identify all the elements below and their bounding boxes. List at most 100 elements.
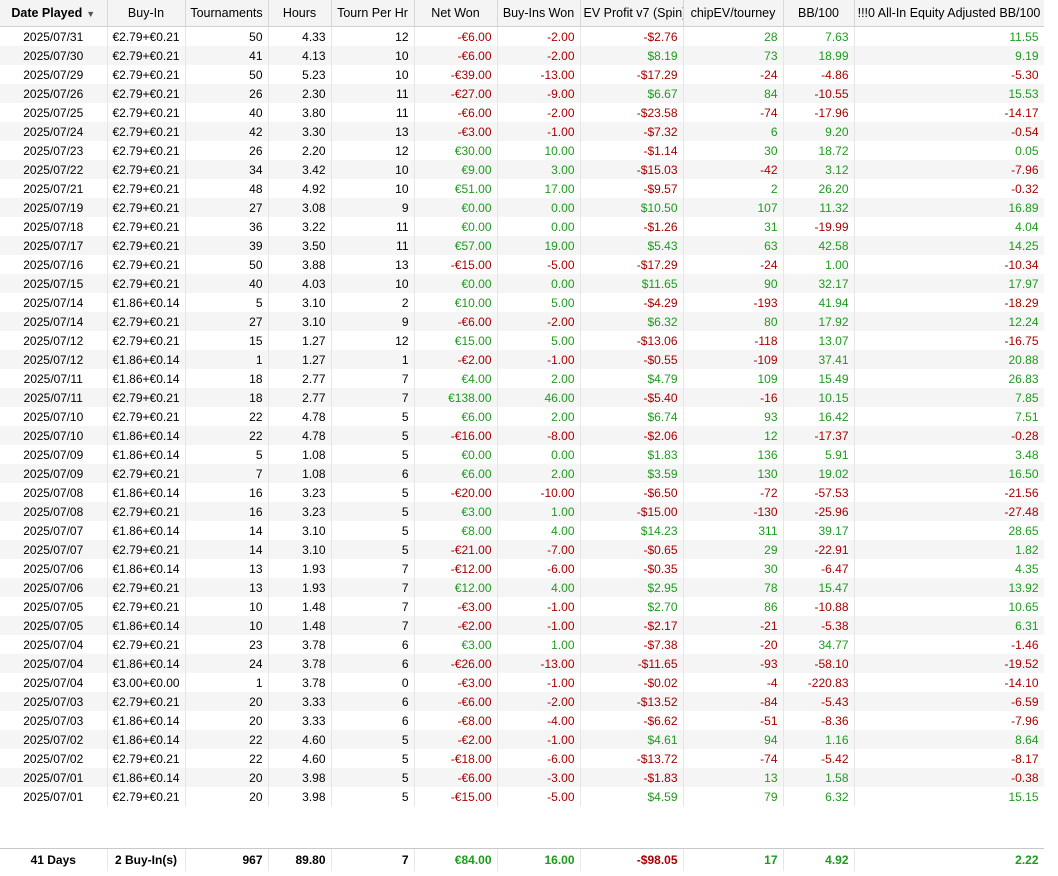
table-cell: 2025/07/29 [0, 65, 108, 84]
table-row[interactable]: 2025/07/05 €2.79+€0.21 10 1.48 7 -€3.00 -1.00 $… [0, 597, 1045, 616]
table-row[interactable]: 2025/07/09 €1.86+€0.14 5 1.08 5 €0.00 0.00 $1.8… [0, 445, 1045, 464]
table-cell: -5.38 [783, 616, 855, 635]
table-row[interactable]: 2025/07/11 €2.79+€0.21 18 2.77 7 €138.00 46.00… [0, 388, 1045, 407]
table-cell: -8.00 [497, 426, 581, 445]
column-header-hours[interactable]: Hours [268, 0, 332, 27]
table-row[interactable]: 2025/07/08 €2.79+€0.21 16 3.23 5 €3.00 1.00 -$1… [0, 502, 1045, 521]
table-cell: 10.00 [497, 141, 581, 160]
table-cell: 3.10 [268, 521, 332, 540]
table-cell: 3.98 [268, 787, 332, 806]
table-cell: 1.48 [268, 597, 332, 616]
table-cell: 34 [185, 160, 269, 179]
table-row[interactable]: 2025/07/29 €2.79+€0.21 50 5.23 10 -€39.00 -13.… [0, 65, 1045, 84]
column-header-allin-adjusted-bb100[interactable]: !!!0 All-In Equity Adjusted BB/100 [854, 0, 1045, 27]
table-cell: -4 [683, 673, 784, 692]
column-header-chipev[interactable]: chipEV/tourney [683, 0, 784, 27]
column-header-bb100[interactable]: BB/100 [783, 0, 855, 27]
table-cell: 1.16 [783, 730, 855, 749]
table-cell: 13 [185, 578, 269, 597]
column-header-date-played[interactable]: Date Played ▼ [0, 0, 108, 27]
totals-cell: -$98.05 [580, 849, 684, 871]
table-row[interactable]: 2025/07/12 €2.79+€0.21 15 1.27 12 €15.00 5.00-… [0, 331, 1045, 350]
table-cell: 6 [331, 711, 415, 730]
table-cell: 41 [185, 46, 269, 65]
table-cell: 9.19 [854, 46, 1045, 65]
table-cell: -8.36 [783, 711, 855, 730]
table-cell: 93 [683, 407, 784, 426]
table-row[interactable]: 2025/07/31 €2.79+€0.21 50 4.33 12 -€6.00 -2.00… [0, 26, 1045, 46]
table-cell: 20 [185, 787, 269, 806]
table-row[interactable]: 2025/07/25 €2.79+€0.21 40 3.80 11 -€6.00 -2.00… [0, 103, 1045, 122]
table-cell: 109 [683, 369, 784, 388]
column-header-net-won[interactable]: Net Won [414, 0, 498, 27]
table-cell: 28.65 [854, 521, 1045, 540]
table-row[interactable]: 2025/07/01 €1.86+€0.14 20 3.98 5 -€6.00 -3.00-… [0, 768, 1045, 787]
table-row[interactable]: 2025/07/01 €2.79+€0.21 20 3.98 5 -€15.00 -5.00… [0, 787, 1045, 806]
table-row[interactable]: 2025/07/23 €2.79+€0.21 26 2.20 12 €30.00 10.00… [0, 141, 1045, 160]
table-row[interactable]: 2025/07/14 €1.86+€0.14 5 3.10 2 €10.00 5.00 -$4… [0, 293, 1045, 312]
table-cell: -2.00 [497, 312, 581, 331]
table-cell: $6.67 [580, 84, 684, 103]
table-cell: 3.33 [268, 711, 332, 730]
table-row[interactable]: 2025/07/05 €1.86+€0.14 10 1.48 7 -€2.00 -1.00-… [0, 616, 1045, 635]
table-row[interactable]: 2025/07/02 €2.79+€0.21 22 4.60 5 -€18.00 -6.00… [0, 749, 1045, 768]
table-row[interactable]: 2025/07/14 €2.79+€0.21 27 3.10 9 -€6.00 -2.00 $… [0, 312, 1045, 331]
table-cell: -1.00 [497, 730, 581, 749]
column-header-ev-profit[interactable]: EV Profit v7 (Spin) [580, 0, 684, 27]
table-cell: €2.79+€0.21 [107, 692, 186, 711]
table-cell: -6.59 [854, 692, 1045, 711]
table-cell: 22 [185, 730, 269, 749]
table-row[interactable]: 2025/07/21 €2.79+€0.21 48 4.92 10 €51.00 17.00… [0, 179, 1045, 198]
table-cell: 2025/07/19 [0, 198, 108, 217]
table-row[interactable]: 2025/07/04 €3.00+€0.00 1 3.78 0 -€3.00 -1.00 -$… [0, 673, 1045, 692]
table-cell: €2.79+€0.21 [107, 236, 186, 255]
table-row[interactable]: 2025/07/30 €2.79+€0.21 41 4.13 10 -€6.00 -2.00… [0, 46, 1045, 65]
table-row[interactable]: 2025/07/07 €1.86+€0.14 14 3.10 5 €8.00 4.00 $14… [0, 521, 1045, 540]
column-header-buy-ins-won[interactable]: Buy-Ins Won [497, 0, 581, 27]
table-cell: €10.00 [414, 293, 498, 312]
table-cell: €1.86+€0.14 [107, 483, 186, 502]
column-header-tourn-per-hr[interactable]: Tourn Per Hr [331, 0, 415, 27]
table-cell: 20 [185, 768, 269, 787]
table-row[interactable]: 2025/07/19 €2.79+€0.21 27 3.08 9 €0.00 0.00 $10… [0, 198, 1045, 217]
table-row[interactable]: 2025/07/08 €1.86+€0.14 16 3.23 5 -€20.00 -10.0… [0, 483, 1045, 502]
table-cell: €6.00 [414, 464, 498, 483]
table-row[interactable]: 2025/07/06 €2.79+€0.21 13 1.93 7 €12.00 4.00 $2… [0, 578, 1045, 597]
table-row[interactable]: 2025/07/02 €1.86+€0.14 22 4.60 5 -€2.00 -1.00 $… [0, 730, 1045, 749]
table-row[interactable]: 2025/07/15 €2.79+€0.21 40 4.03 10 €0.00 0.00 $1… [0, 274, 1045, 293]
table-cell: -€6.00 [414, 312, 498, 331]
table-cell: 79 [683, 787, 784, 806]
table-cell: 30 [683, 559, 784, 578]
table-row[interactable]: 2025/07/24 €2.79+€0.21 42 3.30 13 -€3.00 -1.00… [0, 122, 1045, 141]
table-row[interactable]: 2025/07/04 €1.86+€0.14 24 3.78 6 -€26.00 -13.0… [0, 654, 1045, 673]
table-cell: 11 [331, 103, 415, 122]
table-row[interactable]: 2025/07/10 €1.86+€0.14 22 4.78 5 -€16.00 -8.00… [0, 426, 1045, 445]
table-row[interactable]: 2025/07/09 €2.79+€0.21 7 1.08 6 €6.00 2.00 $3.5… [0, 464, 1045, 483]
table-row[interactable]: 2025/07/06 €1.86+€0.14 13 1.93 7 -€12.00 -6.00… [0, 559, 1045, 578]
table-row[interactable]: 2025/07/03 €1.86+€0.14 20 3.33 6 -€8.00 -4.00-… [0, 711, 1045, 730]
column-header-buy-in[interactable]: Buy-In [107, 0, 186, 27]
table-cell: 22 [185, 749, 269, 768]
table-row[interactable]: 2025/07/10 €2.79+€0.21 22 4.78 5 €6.00 2.00 $6.… [0, 407, 1045, 426]
column-header-tournaments[interactable]: Tournaments [185, 0, 269, 27]
table-cell: 20 [185, 692, 269, 711]
table-cell: €2.79+€0.21 [107, 407, 186, 426]
table-cell: 2025/07/05 [0, 597, 108, 616]
table-row[interactable]: 2025/07/11 €1.86+€0.14 18 2.77 7 €4.00 2.00 $4.… [0, 369, 1045, 388]
table-cell: -13.00 [497, 65, 581, 84]
table-row[interactable]: 2025/07/16 €2.79+€0.21 50 3.88 13 -€15.00 -5.0… [0, 255, 1045, 274]
table-cell: 14 [185, 540, 269, 559]
table-row[interactable]: 2025/07/17 €2.79+€0.21 39 3.50 11 €57.00 19.00… [0, 236, 1045, 255]
table-row[interactable]: 2025/07/03 €2.79+€0.21 20 3.33 6 -€6.00 -2.00-… [0, 692, 1045, 711]
table-cell: 1.27 [268, 350, 332, 369]
table-cell: -$0.35 [580, 559, 684, 578]
table-cell: 13 [331, 255, 415, 274]
table-row[interactable]: 2025/07/26 €2.79+€0.21 26 2.30 11 -€27.00 -9.0… [0, 84, 1045, 103]
table-row[interactable]: 2025/07/04 €2.79+€0.21 23 3.78 6 €3.00 1.00 -$7… [0, 635, 1045, 654]
table-cell: 0.05 [854, 141, 1045, 160]
table-cell: 136 [683, 445, 784, 464]
table-row[interactable]: 2025/07/18 €2.79+€0.21 36 3.22 11 €0.00 0.00 -$… [0, 217, 1045, 236]
table-row[interactable]: 2025/07/07 €2.79+€0.21 14 3.10 5 -€21.00 -7.00… [0, 540, 1045, 559]
table-row[interactable]: 2025/07/12 €1.86+€0.14 1 1.27 1 -€2.00 -1.00 -$… [0, 350, 1045, 369]
table-row[interactable]: 2025/07/22 €2.79+€0.21 34 3.42 10 €9.00 3.00 -$… [0, 160, 1045, 179]
